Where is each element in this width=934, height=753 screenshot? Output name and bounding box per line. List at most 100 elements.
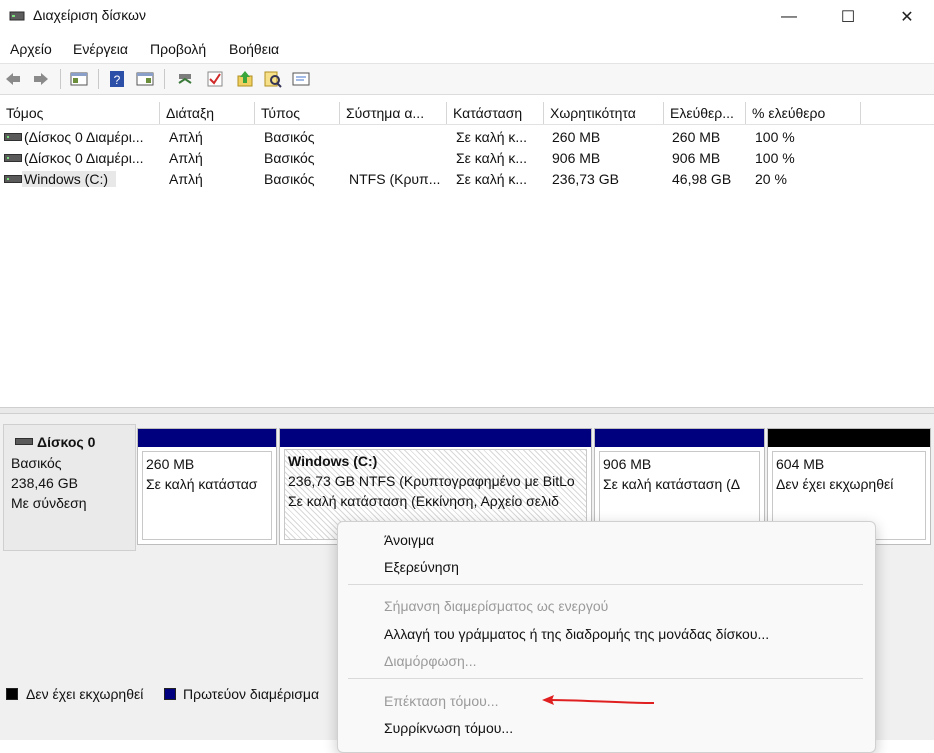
cell-volume: (Δίσκος 0 Διαμέρι... (24, 129, 144, 145)
cell-type: Βασικός (264, 150, 315, 166)
minimize-button[interactable]: — (758, 0, 820, 33)
menu-item-mark-active: Σήμανση διαμερίσματος ως ενεργού (384, 598, 609, 614)
upload-icon[interactable] (236, 70, 254, 88)
search-icon[interactable] (264, 70, 282, 88)
column-header-free-space[interactable]: Ελεύθερ... (664, 102, 746, 124)
partition-size: 236,73 GB NTFS (Κρυπτογραφημένο με BitLo (288, 473, 575, 489)
disk-icon (15, 438, 33, 445)
partition-color-bar (768, 429, 930, 447)
volume-icon (4, 154, 22, 162)
properties-icon[interactable] (292, 70, 310, 88)
cell-layout: Απλή (169, 129, 203, 145)
menu-item-change-drive-letter[interactable]: Αλλαγή του γράμματος ή της διαδρομής της… (384, 626, 769, 642)
toolbar: ? (0, 63, 934, 95)
partition-status: Σε καλή κατάσταση (Εκκίνηση, Αρχείο σελι… (288, 493, 559, 509)
red-arrow-icon (542, 695, 655, 705)
column-header-percent-free[interactable]: % ελεύθερο (746, 102, 861, 124)
cell-layout: Απλή (169, 150, 203, 166)
column-header-volume[interactable]: Τόμος (0, 102, 160, 124)
column-header-capacity[interactable]: Χωρητικότητα (544, 102, 664, 124)
cell-capacity: 236,73 GB (552, 171, 619, 187)
cell-free-space: 46,98 GB (672, 171, 732, 187)
cell-percent-free: 20 % (755, 171, 787, 187)
disk-type: Βασικός (11, 455, 62, 471)
menu-separator (348, 678, 863, 679)
context-menu: Άνοιγμα Εξερεύνηση Σήμανση διαμερίσματος… (337, 521, 876, 753)
menu-item-format: Διαμόρφωση... (384, 653, 477, 669)
menu-item-shrink-volume[interactable]: Συρρίκνωση τόμου... (384, 720, 513, 736)
menu-file[interactable]: Αρχείο (10, 41, 52, 57)
console-tree-icon[interactable] (70, 70, 88, 88)
partition-color-bar (138, 429, 276, 447)
forward-icon[interactable] (32, 70, 50, 88)
menu-item-extend-volume: Επέκταση τόμου... (384, 693, 499, 709)
cell-layout: Απλή (169, 171, 203, 187)
table-row[interactable]: (Δίσκος 0 Διαμέρι... Απλή Βασικός Σε καλ… (0, 148, 934, 169)
cell-status: Σε καλή κ... (456, 129, 528, 145)
volume-icon (4, 133, 22, 141)
partition-status: Δεν έχει εκχωρηθεί (776, 476, 894, 492)
volume-list: Τόμος Διάταξη Τύπος Σύστημα α... Κατάστα… (0, 102, 934, 407)
column-header-status[interactable]: Κατάσταση (447, 102, 544, 124)
partition-status: Σε καλή κατάσταση (Δ (603, 476, 741, 492)
action-pane-icon[interactable] (136, 70, 154, 88)
title-bar: Διαχείριση δίσκων — ☐ ✕ (0, 0, 934, 33)
column-header-filesystem[interactable]: Σύστημα α... (340, 102, 447, 124)
toolbar-separator (60, 69, 61, 89)
legend-label-primary: Πρωτεύον διαμέρισμα (183, 686, 320, 702)
window-title: Διαχείριση δίσκων (33, 7, 146, 23)
back-icon[interactable] (4, 70, 22, 88)
table-row[interactable]: Windows (C:) Απλή Βασικός NTFS (Κρυπ... … (0, 169, 934, 190)
partition-size: 604 MB (776, 456, 825, 472)
disk-size: 238,46 GB (11, 475, 78, 491)
cell-volume: (Δίσκος 0 Διαμέρι... (24, 150, 144, 166)
disk-management-app-icon (9, 11, 25, 21)
table-row[interactable]: (Δίσκος 0 Διαμέρι... Απλή Βασικός Σε καλ… (0, 127, 934, 148)
cell-capacity: 260 MB (552, 129, 601, 145)
menu-view[interactable]: Προβολή (150, 41, 206, 57)
partition-size: 260 MB (146, 456, 195, 472)
cell-capacity: 906 MB (552, 150, 601, 166)
cell-status: Σε καλή κ... (456, 150, 528, 166)
volume-icon (4, 175, 22, 183)
check-icon[interactable] (206, 70, 224, 88)
partition-color-bar (595, 429, 764, 447)
maximize-button[interactable]: ☐ (817, 0, 879, 33)
partition-title: Windows (C:) (288, 453, 378, 469)
toolbar-separator (164, 69, 165, 89)
header-divider (0, 124, 934, 125)
cell-percent-free: 100 % (755, 150, 795, 166)
cell-filesystem: NTFS (Κρυπ... (349, 171, 441, 187)
menu-help[interactable]: Βοήθεια (229, 41, 279, 57)
menu-action[interactable]: Ενέργεια (73, 41, 128, 57)
legend-swatch-unallocated (6, 688, 18, 700)
menu-separator (348, 584, 863, 585)
menu-item-explore[interactable]: Εξερεύνηση (384, 559, 459, 575)
disk-0-info[interactable]: Δίσκος 0 Βασικός 238,46 GB Με σύνδεση (3, 424, 136, 551)
menu-item-open[interactable]: Άνοιγμα (384, 532, 434, 548)
cell-free-space: 906 MB (672, 150, 721, 166)
cell-volume: Windows (C:) (22, 171, 116, 187)
partition-color-bar (280, 429, 591, 447)
connect-icon[interactable] (176, 70, 194, 88)
svg-text:?: ? (114, 73, 121, 87)
partition-1[interactable]: 260 MB Σε καλή κατάστασ (137, 428, 277, 545)
toolbar-separator (98, 69, 99, 89)
menu-bar: Αρχείο Ενέργεια Προβολή Βοήθεια (0, 37, 934, 61)
legend-swatch-primary (164, 688, 176, 700)
partition-status: Σε καλή κατάστασ (146, 476, 258, 492)
partition-content: 260 MB Σε καλή κατάστασ (142, 451, 272, 540)
cell-free-space: 260 MB (672, 129, 721, 145)
close-button[interactable]: ✕ (876, 0, 934, 33)
cell-percent-free: 100 % (755, 129, 795, 145)
cell-status: Σε καλή κ... (456, 171, 528, 187)
pane-splitter[interactable] (0, 407, 934, 414)
disk-name: Δίσκος 0 (37, 434, 96, 450)
column-header-layout[interactable]: Διάταξη (160, 102, 255, 124)
cell-type: Βασικός (264, 129, 315, 145)
column-header-type[interactable]: Τύπος (255, 102, 340, 124)
help-icon[interactable]: ? (108, 70, 126, 88)
partition-size: 906 MB (603, 456, 652, 472)
cell-type: Βασικός (264, 171, 315, 187)
disk-status: Με σύνδεση (11, 495, 87, 511)
